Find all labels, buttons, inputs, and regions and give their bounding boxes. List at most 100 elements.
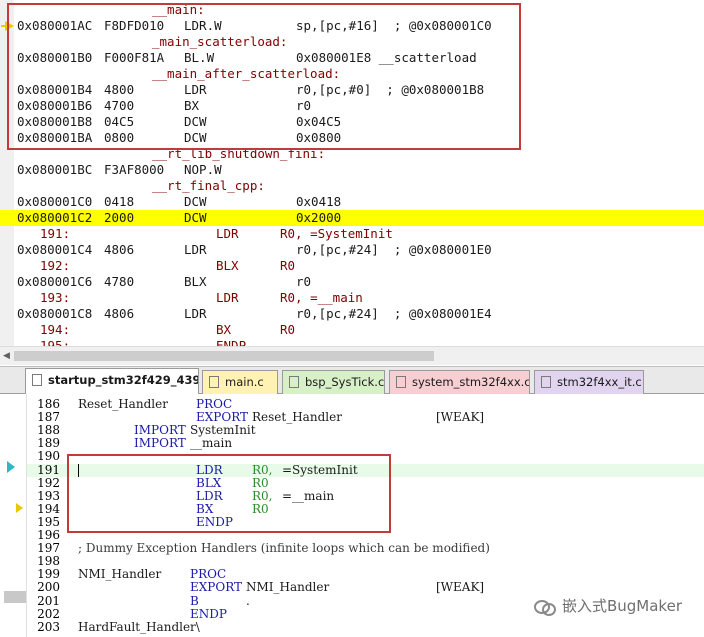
address: 0x080001B8 — [17, 114, 93, 129]
disasm-instruction-row[interactable]: 0x080001B4 4800 LDR r0,[pc,#0] ; @0x080001B… — [0, 82, 704, 98]
tab-main-c[interactable]: main.c — [202, 370, 278, 394]
disasm-instruction-row[interactable]: 0x080001B8 04C5 DCW 0x04C5 — [0, 114, 704, 130]
code-token: LDR — [196, 462, 223, 477]
disasm-instruction-row[interactable]: 0x080001B0 F000F81A BL.W 0x080001E8 __scatt… — [0, 50, 704, 66]
code-line[interactable]: 186 Reset_Handler PROC — [0, 398, 704, 411]
code-line[interactable]: 196 — [0, 529, 704, 542]
code-line[interactable]: 191 LDR R0, =SystemInit — [27, 462, 704, 477]
code-line[interactable]: 195 ENDP — [0, 515, 704, 529]
source-operands: R0, =SystemInit — [280, 226, 393, 241]
code-token: . — [246, 593, 250, 608]
mnemonic: DCW — [184, 130, 207, 145]
code-line[interactable]: 199 NMI_Handler PROC — [0, 568, 704, 581]
opcode: 2000 — [104, 210, 135, 225]
address: 0x080001B0 — [17, 50, 93, 65]
code-line[interactable]: 193 LDR R0, =__main — [0, 489, 704, 503]
editor-tab-bar: startup_stm32f429_439xx.s main.c bsp_SysTi… — [0, 366, 704, 395]
disasm-instruction-row[interactable]: 0x080001AC F8DFD010 LDR.W sp,[pc,#16] ; @0x… — [0, 18, 704, 34]
disasm-instruction-row[interactable]: 0x080001C4 4806 LDR r0,[pc,#24] ; @0x080001… — [0, 242, 704, 258]
program-counter-arrow-icon — [1, 21, 14, 31]
code-token: EXPORT — [190, 580, 243, 595]
line-number: 194 — [37, 501, 60, 516]
tab-label: bsp_SysTick.c — [305, 375, 385, 389]
address: 0x080001BA — [17, 130, 93, 145]
disasm-label-row[interactable]: __main_after_scatterload: — [0, 66, 704, 82]
scrollbar-thumb[interactable] — [14, 351, 434, 361]
code-line[interactable]: 192 BLX R0 — [0, 475, 704, 490]
tab-stm32f4xx-it-c[interactable]: stm32f4xx_it.c — [534, 370, 644, 394]
operands: 0x04C5 — [296, 114, 342, 129]
code-line[interactable]: 187 EXPORT Reset_Handler [WEAK] — [0, 411, 704, 424]
mnemonic: BL.W — [184, 50, 215, 65]
line-number: 202 — [37, 606, 60, 621]
code-token: R0 — [252, 501, 269, 516]
code-token: Reset_Handler — [78, 397, 168, 411]
code-token: =SystemInit — [282, 462, 358, 477]
disasm-instruction-row[interactable]: 0x080001C0 0418 DCW 0x0418 — [0, 194, 704, 210]
disasm-instruction-row[interactable]: 0x080001C6 4780 BLX r0 — [0, 274, 704, 290]
current-line-indicator-icon — [7, 461, 15, 473]
line-number: 189 — [37, 436, 60, 451]
disasm-label-row[interactable]: __rt_lib_shutdown_fini: — [0, 146, 704, 162]
code-token: SystemInit — [190, 423, 256, 438]
disasm-source-row[interactable]: 191: LDR R0, =SystemInit — [0, 226, 704, 242]
disasm-instruction-row[interactable]: 0x080001C8 4806 LDR r0,[pc,#24] ; @0x080001… — [0, 306, 704, 322]
mnemonic: DCW — [184, 210, 207, 225]
file-icon — [32, 374, 42, 386]
line-number: 203 — [37, 619, 60, 634]
address: 0x080001B4 — [17, 82, 93, 97]
opcode: 4806 — [104, 306, 135, 321]
source-line-number: 193: — [40, 290, 71, 305]
disasm-label-row[interactable]: __main: — [0, 2, 704, 18]
line-number: 199 — [37, 567, 60, 582]
operands: 0x2000 — [296, 210, 342, 225]
breakpoint-marker[interactable] — [4, 591, 26, 603]
line-number: 200 — [37, 580, 60, 595]
disasm-instruction-row[interactable]: 0x080001B6 4700 BX r0 — [0, 98, 704, 114]
opcode: F8DFD010 — [104, 18, 165, 33]
disasm-instruction-row[interactable]: 0x080001C2 2000 DCW 0x2000 — [0, 210, 704, 226]
line-number: 201 — [37, 593, 60, 608]
file-icon — [541, 376, 551, 388]
symbol-label: __main: — [152, 2, 205, 17]
disassembly-window[interactable]: __main: 0x080001AC F8DFD010 LDR.W sp,[pc,#16… — [0, 0, 704, 366]
code-line[interactable]: 194 BX R0 — [0, 501, 704, 516]
operands: r0 — [296, 274, 312, 289]
code-token: NMI_Handler — [78, 567, 162, 582]
code-token: NMI_Handler — [246, 580, 330, 595]
disasm-source-row[interactable]: 192: BLX R0 — [0, 258, 704, 274]
operands: 0x080001E8 __scatterload — [296, 50, 477, 65]
address: 0x080001C4 — [17, 242, 93, 257]
code-line[interactable]: 198 — [0, 555, 704, 568]
disasm-label-row[interactable]: __rt_final_cpp: — [0, 178, 704, 194]
tab-system-stm32f4xx-c[interactable]: system_stm32f4xx.c — [389, 370, 530, 394]
code-token: PROC — [196, 397, 233, 411]
code-line[interactable]: 190 — [0, 450, 704, 463]
execution-pointer-icon — [16, 503, 23, 513]
disasm-source-row[interactable]: 193: LDR R0, =__main — [0, 290, 704, 306]
code-line[interactable]: 189 IMPORT __main — [0, 437, 704, 450]
file-icon — [289, 376, 299, 388]
code-line[interactable]: 197 ; Dummy Exception Handlers (infinite … — [0, 542, 704, 555]
code-token: __main — [190, 436, 233, 451]
code-line[interactable]: 200 EXPORT NMI_Handler [WEAK] — [0, 581, 704, 594]
code-line[interactable]: 203 HardFault_Handler\ — [0, 619, 704, 634]
mnemonic: LDR — [184, 82, 207, 97]
tab-bsp-systick-c[interactable]: bsp_SysTick.c — [282, 370, 385, 394]
disasm-source-row[interactable]: 194: BX R0 — [0, 322, 704, 338]
tab-startup-stm32f429-439xx-s[interactable]: startup_stm32f429_439xx.s — [25, 368, 199, 395]
source-mnemonic: LDR — [216, 290, 239, 305]
code-token: R0 — [252, 475, 269, 490]
disassembly-horizontal-scrollbar[interactable]: ◀ — [0, 346, 704, 365]
disasm-instruction-row[interactable]: 0x080001BA 0800 DCW 0x0800 — [0, 130, 704, 146]
code-token: EXPORT — [196, 410, 249, 425]
mnemonic: BLX — [184, 274, 207, 289]
mnemonic: DCW — [184, 114, 207, 129]
code-token: R0, — [252, 462, 273, 477]
disasm-instruction-row[interactable]: 0x080001BC F3AF8000 NOP.W — [0, 162, 704, 178]
disasm-label-row[interactable]: _main_scatterload: — [0, 34, 704, 50]
scroll-left-arrow-icon[interactable]: ◀ — [3, 351, 10, 361]
code-line[interactable]: 188 IMPORT SystemInit — [0, 424, 704, 437]
line-number: 191 — [37, 462, 60, 477]
code-token: IMPORT — [134, 436, 186, 451]
